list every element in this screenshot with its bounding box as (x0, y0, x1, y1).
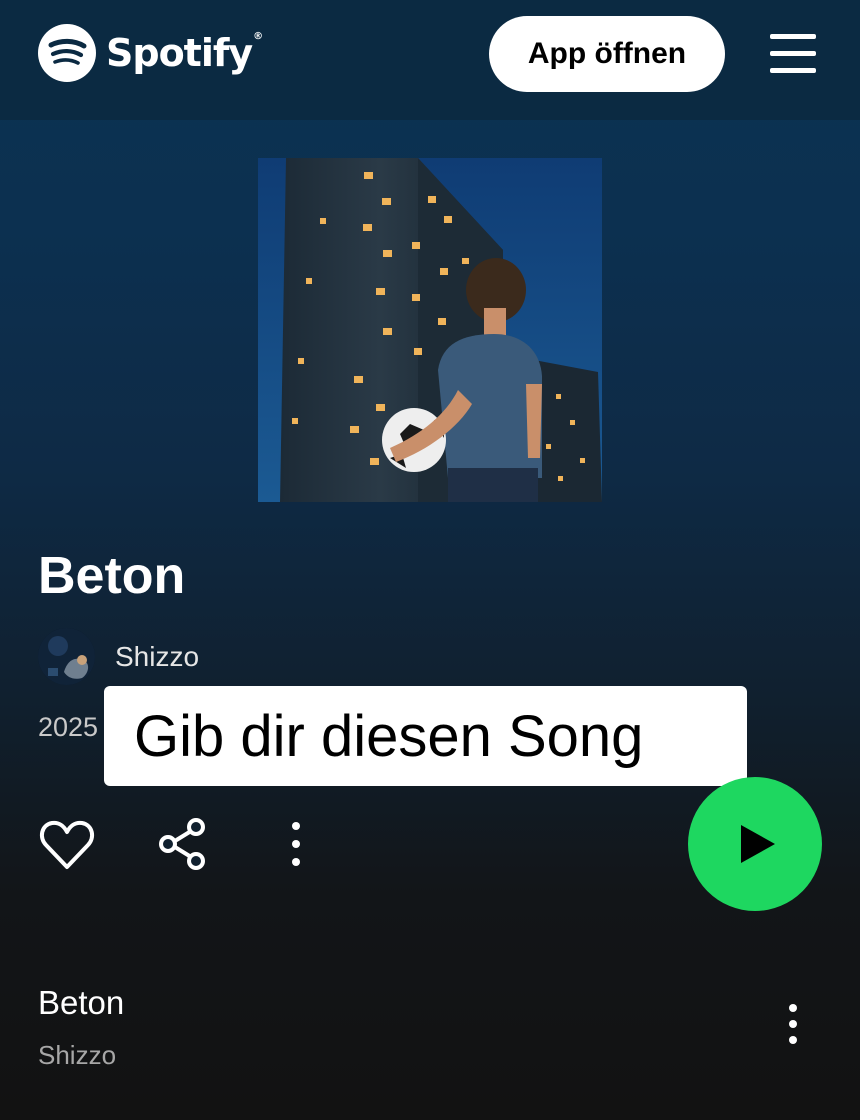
artist-avatar[interactable] (38, 628, 95, 685)
play-icon (741, 825, 775, 863)
play-button[interactable] (688, 777, 822, 911)
album-page: Spotify® App öffnen Beton Shizzo 2025 Gi… (0, 0, 860, 1120)
more-options-button[interactable] (280, 818, 312, 870)
menu-button[interactable] (770, 32, 816, 74)
heart-outline-icon (39, 820, 95, 869)
more-vertical-icon (292, 822, 300, 866)
hamburger-menu-line (770, 68, 816, 73)
track-more-button[interactable] (776, 1000, 810, 1052)
open-app-button[interactable]: App öffnen (489, 16, 725, 92)
artist-name[interactable]: Shizzo (115, 641, 199, 673)
like-button[interactable] (38, 816, 96, 874)
top-bar: Spotify® App öffnen (0, 0, 860, 120)
share-icon (159, 818, 205, 870)
track-row[interactable]: Beton Shizzo (0, 970, 860, 1080)
more-vertical-icon (789, 1004, 797, 1044)
track-artist[interactable]: Shizzo (38, 1040, 116, 1071)
artist-row[interactable]: Shizzo (38, 628, 199, 685)
caption-text: Gib dir diesen Song (134, 703, 644, 769)
share-button[interactable] (156, 818, 208, 870)
album-cover (258, 158, 602, 502)
hamburger-menu-icon (770, 34, 816, 39)
release-year: 2025 (38, 712, 99, 742)
logo-wordmark: Spotify® (106, 31, 263, 75)
hamburger-menu-line (770, 51, 816, 56)
spotify-logo-icon (38, 24, 96, 82)
caption-overlay: Gib dir diesen Song (104, 686, 747, 786)
track-title: Beton (38, 984, 125, 1021)
release-title: Beton (38, 547, 186, 605)
spotify-logo[interactable]: Spotify® (38, 24, 263, 82)
